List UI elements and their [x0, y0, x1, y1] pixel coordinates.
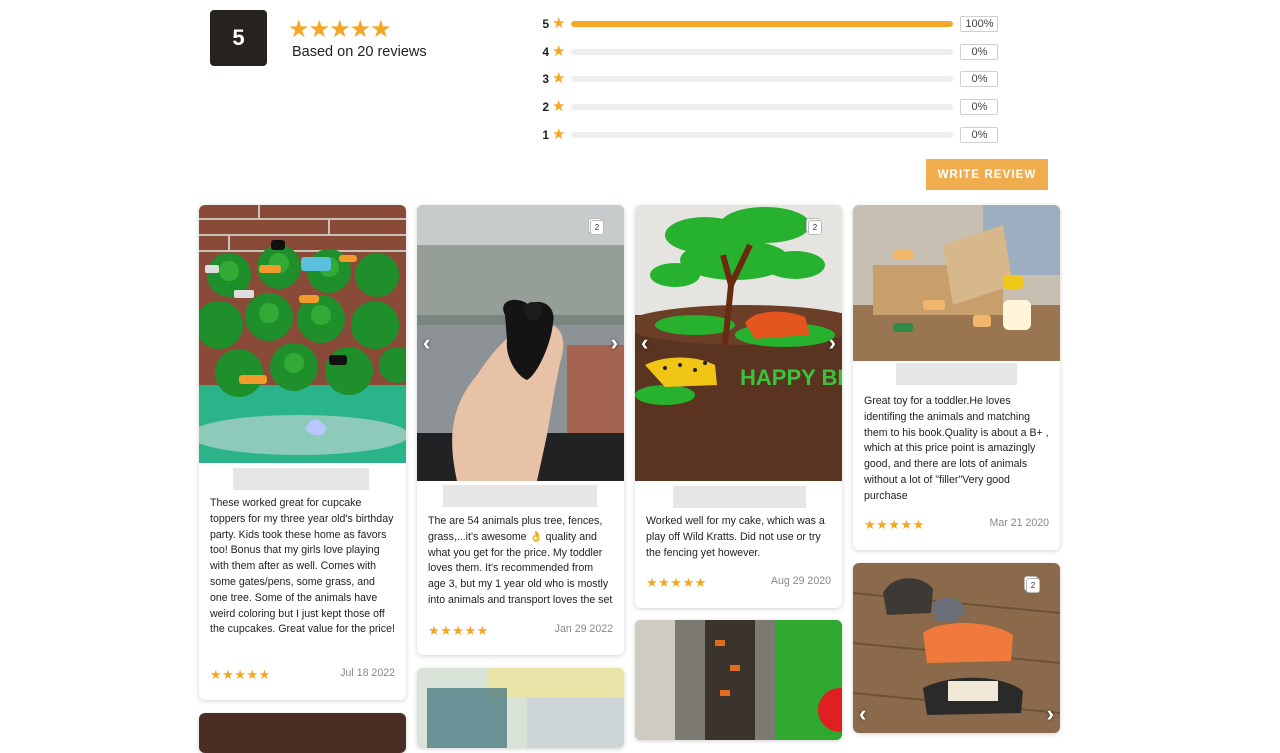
- rating-bar: [571, 21, 954, 27]
- rating-row-1[interactable]: 1 ★ 0%: [540, 125, 1000, 145]
- rating-row-5[interactable]: 5 ★ 100%: [540, 14, 1000, 34]
- rating-percent: 0%: [960, 127, 999, 143]
- rating-row-3[interactable]: 3 ★ 0%: [540, 69, 1000, 89]
- review-photo[interactable]: ‹ › 2: [417, 205, 624, 481]
- prev-photo-icon[interactable]: ‹: [859, 703, 866, 725]
- review-photo[interactable]: [853, 205, 1060, 361]
- photo-count-badge: 2: [1026, 578, 1040, 593]
- next-photo-icon[interactable]: ›: [611, 332, 618, 354]
- review-count-text: Based on 20 reviews: [292, 44, 427, 60]
- review-card[interactable]: HAPPY BIRTHDAY Rex ‹ › 2 Worked well for…: [635, 205, 842, 608]
- reviewer-name-placeholder: [673, 486, 806, 508]
- rating-row-number: 2: [542, 100, 549, 114]
- review-stars: ★★★★★: [428, 623, 489, 638]
- rating-row-number: 5: [542, 17, 549, 31]
- average-rating-value: 5: [232, 25, 245, 50]
- star-icon: ★: [552, 15, 566, 32]
- photo-count-badge: 2: [808, 220, 822, 235]
- rating-percent: 100%: [960, 16, 999, 32]
- write-review-button[interactable]: WRITE REVIEW: [926, 159, 1048, 190]
- prev-photo-icon[interactable]: ‹: [641, 332, 648, 354]
- review-photo[interactable]: [199, 205, 406, 463]
- rating-bar: [571, 76, 954, 82]
- star-icon: ★: [552, 126, 566, 143]
- rating-row-number: 3: [542, 72, 549, 86]
- star-icon: ★: [552, 98, 566, 115]
- review-date: Jan 29 2022: [554, 623, 613, 635]
- review-stars: ★★★★★: [646, 575, 707, 590]
- rating-row-number: 1: [542, 128, 549, 142]
- rating-row-2[interactable]: 2 ★ 0%: [540, 97, 1000, 117]
- rating-percent: 0%: [960, 99, 999, 115]
- review-card[interactable]: Great toy for a toddler.He loves identif…: [853, 205, 1060, 550]
- rating-row-number: 4: [542, 45, 549, 59]
- review-photo[interactable]: [199, 713, 406, 753]
- rating-bar: [571, 104, 954, 110]
- star-icon: ★: [552, 70, 566, 87]
- review-stars: ★★★★★: [210, 667, 271, 682]
- prev-photo-icon[interactable]: ‹: [423, 332, 430, 354]
- review-text: The are 54 animals plus tree, fences, gr…: [428, 515, 613, 606]
- review-photo[interactable]: [417, 668, 624, 748]
- photo-count-badge: 2: [590, 220, 604, 235]
- reviewer-name-placeholder: [233, 468, 369, 490]
- review-photo[interactable]: ‹ › 2: [853, 563, 1060, 733]
- next-photo-icon[interactable]: ›: [1047, 703, 1054, 725]
- review-photo[interactable]: HAPPY BIRTHDAY Rex ‹ › 2: [635, 205, 842, 481]
- review-date: Mar 21 2020: [989, 517, 1049, 529]
- rating-percent: 0%: [960, 44, 999, 60]
- review-text: Great toy for a toddler.He loves identif…: [864, 395, 1049, 502]
- rating-bar: [571, 132, 954, 138]
- cake-writing: HAPPY BIRTHDAY Rex: [740, 365, 842, 390]
- review-text: Worked well for my cake, which was a pla…: [646, 515, 825, 559]
- review-card[interactable]: ‹ › 2 The are 54 animals plus tree, fenc…: [417, 205, 624, 655]
- reviewer-name-placeholder: [443, 485, 597, 507]
- review-photo[interactable]: [635, 620, 842, 740]
- review-card[interactable]: [635, 620, 842, 740]
- next-photo-icon[interactable]: ›: [829, 332, 836, 354]
- review-card[interactable]: These worked great for cupcake toppers f…: [199, 205, 406, 700]
- average-rating-box: 5: [210, 10, 267, 66]
- rating-bar-fill: [571, 21, 954, 27]
- rating-bar: [571, 49, 954, 55]
- average-rating-stars: ★★★★★: [288, 16, 392, 43]
- review-card[interactable]: [199, 713, 406, 753]
- review-date: Jul 18 2022: [340, 667, 395, 679]
- review-stars: ★★★★★: [864, 517, 925, 532]
- star-icon: ★: [552, 43, 566, 60]
- review-card[interactable]: ‹ › 2: [853, 563, 1060, 733]
- reviewer-name-placeholder: [896, 363, 1017, 385]
- review-date: Aug 29 2020: [770, 575, 831, 587]
- review-card[interactable]: [417, 668, 624, 748]
- rating-percent: 0%: [960, 71, 999, 87]
- review-text: These worked great for cupcake toppers f…: [210, 497, 395, 636]
- rating-row-4[interactable]: 4 ★ 0%: [540, 42, 1000, 62]
